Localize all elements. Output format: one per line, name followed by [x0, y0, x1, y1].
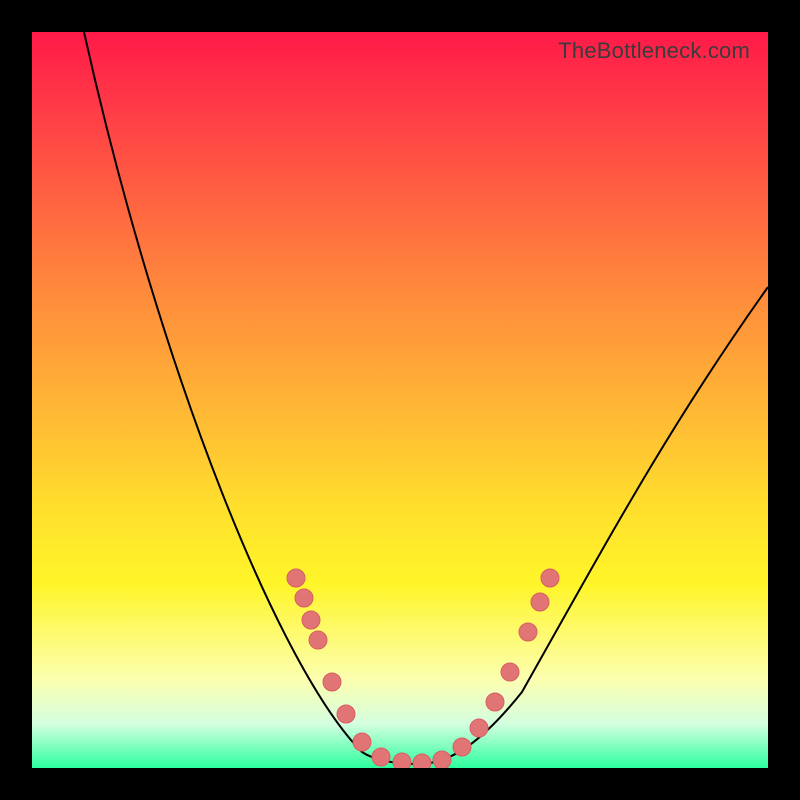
chart-frame: TheBottleneck.com: [0, 0, 800, 800]
data-marker: [433, 751, 451, 768]
data-marker: [453, 738, 471, 756]
data-marker: [470, 719, 488, 737]
data-marker: [309, 631, 327, 649]
data-marker: [541, 569, 559, 587]
data-marker: [486, 693, 504, 711]
left-curve: [84, 32, 417, 764]
data-marker: [413, 754, 431, 768]
data-marker: [353, 733, 371, 751]
data-marker: [501, 663, 519, 681]
data-marker: [519, 623, 537, 641]
markers-right: [433, 569, 559, 768]
chart-svg: [32, 32, 768, 768]
data-marker: [393, 753, 411, 768]
chart-plot-area: TheBottleneck.com: [32, 32, 768, 768]
data-marker: [323, 673, 341, 691]
data-marker: [372, 748, 390, 766]
data-marker: [302, 611, 320, 629]
data-marker: [295, 589, 313, 607]
data-marker: [337, 705, 355, 723]
data-marker: [531, 593, 549, 611]
markers-left: [287, 569, 431, 768]
curve-group: [84, 32, 768, 764]
data-marker: [287, 569, 305, 587]
right-curve: [422, 287, 768, 764]
